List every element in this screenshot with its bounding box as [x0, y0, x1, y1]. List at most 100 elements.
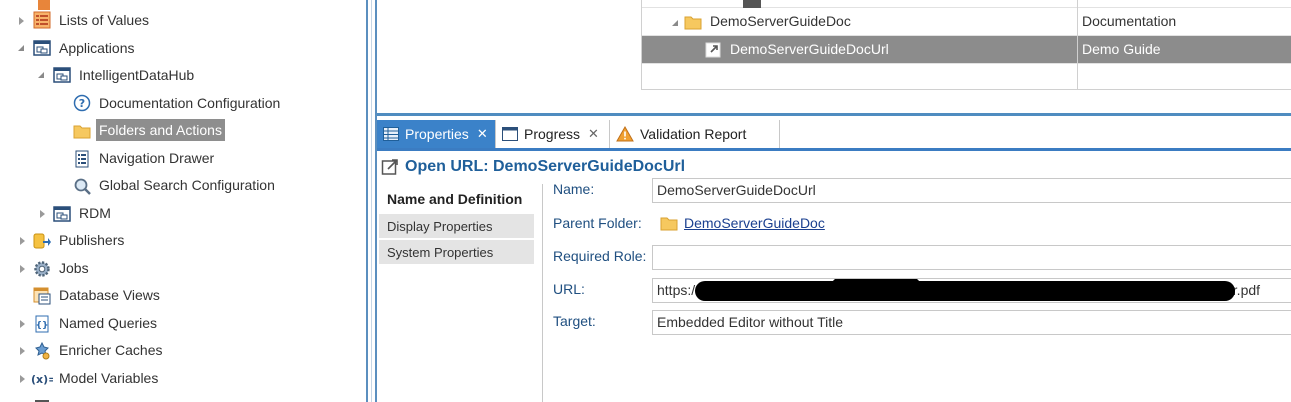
required-role-label: Required Role:: [553, 248, 647, 264]
tree-item-label: Documentation Configuration: [99, 95, 281, 111]
tab-properties[interactable]: Properties ✕: [377, 120, 496, 148]
expand-icon[interactable]: [17, 374, 27, 384]
target-label: Target:: [553, 313, 596, 329]
publisher-icon: [33, 233, 51, 249]
folders-actions-grid: DemoServerGuideDoc Documentation DemoSer…: [641, 0, 1291, 90]
section-system-properties[interactable]: System Properties: [379, 240, 534, 265]
help-icon: ?: [73, 94, 91, 112]
name-label: Name:: [553, 181, 595, 197]
tab-label: Progress: [524, 126, 581, 142]
required-role-field[interactable]: [652, 245, 1291, 270]
collapse-icon[interactable]: [16, 43, 26, 53]
properties-icon: [383, 127, 399, 141]
list-of-values-icon: [33, 11, 51, 29]
gear-icon: [34, 261, 50, 277]
tree-item-intelligentdatahub[interactable]: IntelligentDataHub: [0, 62, 360, 89]
tree-item-label: Publishers: [59, 232, 125, 248]
tree-item-model-variables[interactable]: (x)= Model Variables: [0, 365, 360, 392]
enricher-icon: [35, 342, 50, 360]
table-row[interactable]: DemoServerGuideDoc Documentation: [642, 8, 1291, 36]
tab-label: Validation Report: [640, 126, 747, 142]
tree-item-label: RDM: [79, 205, 111, 221]
tree-item-label: Jobs: [59, 260, 89, 276]
open-url-icon: [705, 42, 721, 58]
tree-item-navigation-drawer[interactable]: Navigation Drawer: [0, 145, 360, 172]
cut-icon: [35, 400, 49, 402]
navigation-drawer-icon: [75, 150, 89, 168]
tab-validation-report[interactable]: Validation Report: [610, 120, 780, 148]
section-name-and-definition[interactable]: Name and Definition: [379, 187, 534, 212]
navigation-tree: Lists of Values Applications Intelligent…: [0, 0, 366, 402]
svg-text:{}: {}: [36, 321, 49, 331]
application-icon: [53, 67, 71, 83]
tab-progress[interactable]: Progress ✕: [496, 120, 610, 148]
tree-item-applications[interactable]: Applications: [0, 35, 360, 62]
database-view-icon: [33, 287, 51, 305]
open-url-icon: [381, 159, 398, 175]
parent-folder-link-text[interactable]: DemoServerGuideDoc: [684, 215, 825, 231]
url-label: URL:: [553, 281, 585, 297]
redaction-mark: [695, 281, 1235, 301]
column-divider: [1077, 0, 1078, 90]
table-row[interactable]: DemoServerGuideDocUrl Demo Guide: [642, 36, 1291, 64]
page-title: Open URL: DemoServerGuideDocUrl: [405, 158, 686, 175]
tree-item-jobs[interactable]: Jobs: [0, 255, 360, 282]
tree-item-label: Lists of Values: [59, 12, 150, 28]
tree-item-enricher-caches[interactable]: Enricher Caches: [0, 337, 360, 364]
panel-splitter[interactable]: [366, 0, 377, 402]
url-prefix: https:/: [657, 282, 696, 298]
section-display-properties[interactable]: Display Properties: [379, 214, 534, 239]
parent-folder-link[interactable]: DemoServerGuideDoc: [660, 214, 825, 232]
grid-cell-label: Demo Guide: [1082, 41, 1161, 57]
name-field[interactable]: DemoServerGuideDocUrl: [652, 178, 1291, 203]
tree-item-label: Model Variables: [59, 370, 159, 386]
expand-icon[interactable]: [17, 346, 27, 356]
expand-icon[interactable]: [17, 264, 27, 274]
tree-item-label: IntelligentDataHub: [79, 67, 195, 83]
tree-item-database-views[interactable]: Database Views: [0, 282, 360, 309]
folder-icon: [660, 217, 678, 231]
close-icon[interactable]: ✕: [477, 126, 488, 142]
variable-icon: (x)=: [31, 373, 53, 386]
url-field[interactable]: https:/ er.pdf: [652, 278, 1291, 303]
tree-item-label: Named Queries: [59, 315, 158, 331]
collapse-icon[interactable]: [670, 18, 680, 28]
grid-cell-label: Documentation: [1082, 13, 1177, 29]
properties-panel: Open URL: DemoServerGuideDocUrl Name and…: [377, 151, 1291, 402]
warning-icon: [616, 126, 634, 142]
view-tab-bar: Properties ✕ Progress ✕ Validation Repor…: [377, 120, 1291, 151]
named-query-icon: {}: [35, 315, 49, 333]
tree-item-documentation-configuration[interactable]: ? Documentation Configuration: [0, 90, 360, 117]
search-config-icon: [74, 178, 91, 195]
svg-text:(x)=: (x)=: [31, 373, 53, 386]
expand-icon[interactable]: [17, 236, 27, 246]
tree-item-lists-of-values[interactable]: Lists of Values: [0, 7, 360, 34]
grid-cell-name: DemoServerGuideDoc: [710, 13, 851, 29]
expand-icon[interactable]: [17, 319, 27, 329]
collapse-icon[interactable]: [36, 70, 46, 80]
application-icon: [53, 206, 71, 222]
tree-item-label: Global Search Configuration: [99, 177, 275, 193]
expand-icon[interactable]: [37, 209, 47, 219]
table-row[interactable]: [642, 0, 1291, 8]
tree-item-label: Database Views: [59, 287, 160, 303]
tab-label: Properties: [405, 126, 469, 142]
tree-item-rdm[interactable]: RDM: [0, 200, 360, 227]
properties-title: Open URL: DemoServerGuideDocUrl: [381, 156, 685, 178]
grid-cell-name: DemoServerGuideDocUrl: [730, 41, 889, 57]
application-icon: [33, 40, 51, 56]
tree-item-label: Folders and Actions: [96, 119, 225, 141]
properties-sections: Name and Definition Display Properties S…: [377, 184, 543, 402]
folder-icon: [73, 125, 91, 139]
target-select[interactable]: Embedded Editor without Title: [652, 310, 1291, 335]
tree-row-cut: [0, 393, 360, 402]
expand-icon[interactable]: [16, 16, 26, 26]
progress-icon: [502, 127, 518, 141]
tree-item-publishers[interactable]: Publishers: [0, 227, 360, 254]
close-icon[interactable]: ✕: [588, 126, 599, 142]
tree-item-named-queries[interactable]: {} Named Queries: [0, 310, 360, 337]
redaction-mark: [831, 279, 921, 299]
tree-item-global-search-configuration[interactable]: Global Search Configuration: [0, 172, 360, 199]
tree-item-folders-and-actions[interactable]: Folders and Actions: [0, 117, 360, 144]
tree-item-label: Applications: [59, 40, 135, 56]
